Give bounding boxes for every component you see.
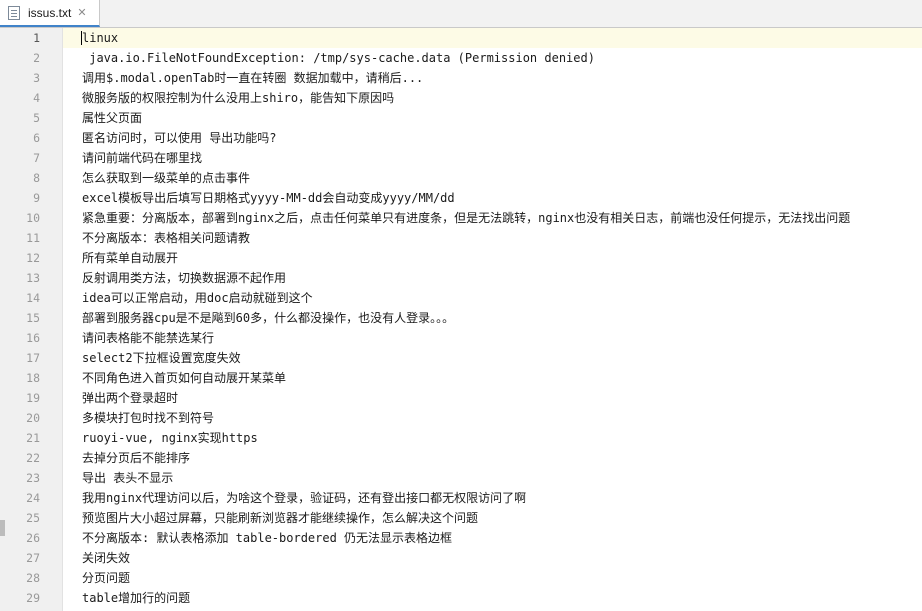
line-number: 2 — [33, 51, 40, 65]
text-line[interactable]: 匿名访问时，可以使用 导出功能吗? — [82, 128, 922, 148]
line-number: 16 — [26, 331, 40, 345]
line-number: 28 — [26, 571, 40, 585]
line-number: 25 — [26, 511, 40, 525]
editor-lines[interactable]: linux java.io.FileNotFoundException: /tm… — [82, 28, 922, 608]
line-number: 12 — [26, 251, 40, 265]
line-number: 20 — [26, 411, 40, 425]
text-line[interactable]: 不分离版本：表格相关问题请教 — [82, 228, 922, 248]
line-number: 23 — [26, 471, 40, 485]
line-number: 22 — [26, 451, 40, 465]
text-line[interactable]: java.io.FileNotFoundException: /tmp/sys-… — [82, 48, 922, 68]
text-line[interactable]: 请问前端代码在哪里找 — [82, 148, 922, 168]
line-number: 19 — [26, 391, 40, 405]
line-number: 11 — [26, 231, 40, 245]
line-number: 27 — [26, 551, 40, 565]
line-number: 29 — [26, 591, 40, 605]
line-number: 17 — [26, 351, 40, 365]
line-number: 5 — [33, 111, 40, 125]
line-number: 9 — [33, 191, 40, 205]
text-line[interactable]: excel模板导出后填写日期格式yyyy-MM-dd会自动变成yyyy/MM/d… — [82, 188, 922, 208]
text-line[interactable]: 导出 表头不显示 — [82, 468, 922, 488]
text-line[interactable]: 不分离版本: 默认表格添加 table-bordered 仍无法显示表格边框 — [82, 528, 922, 548]
tab-bar: issus.txt ✕ — [0, 0, 922, 28]
line-number: 4 — [33, 91, 40, 105]
line-number: 15 — [26, 311, 40, 325]
text-line[interactable]: 调用$.modal.openTab时一直在转圈 数据加载中，请稍后... — [82, 68, 922, 88]
line-number: 14 — [26, 291, 40, 305]
tab-title: issus.txt — [28, 5, 72, 20]
line-number: 13 — [26, 271, 40, 285]
text-line[interactable]: table增加行的问题 — [82, 588, 922, 608]
text-line[interactable]: 属性父页面 — [82, 108, 922, 128]
text-line[interactable]: 我用nginx代理访问以后，为啥这个登录，验证码，还有登出接口都无权限访问了啊 — [82, 488, 922, 508]
text-line[interactable]: 预览图片大小超过屏幕，只能刷新浏览器才能继续操作，怎么解决这个问题 — [82, 508, 922, 528]
line-number: 1 — [33, 31, 40, 45]
text-line[interactable]: 不同角色进入首页如何自动展开某菜单 — [82, 368, 922, 388]
text-line[interactable]: 去掉分页后不能排序 — [82, 448, 922, 468]
text-line[interactable]: 怎么获取到一级菜单的点击事件 — [82, 168, 922, 188]
line-number: 21 — [26, 431, 40, 445]
text-file-icon — [8, 5, 20, 20]
text-line[interactable]: 微服务版的权限控制为什么没用上shiro，能告知下原因吗 — [82, 88, 922, 108]
text-line[interactable]: 反射调用类方法，切换数据源不起作用 — [82, 268, 922, 288]
line-number: 3 — [33, 71, 40, 85]
text-line[interactable]: select2下拉框设置宽度失效 — [82, 348, 922, 368]
line-numbers: 1 2 3 4 5 6 7 8 9 10 11 12 13 14 15 16 17 18 19 20 21 22 23 24 2… — [0, 28, 62, 608]
text-line[interactable]: 部署到服务器cpu是不是飚到60多，什么都没操作，也没有人登录。。。 — [82, 308, 922, 328]
text-line[interactable]: 所有菜单自动展开 — [82, 248, 922, 268]
line-number: 7 — [33, 151, 40, 165]
text-editor-window: issus.txt ✕ 1 2 3 4 5 6 7 8 9 10 11 12 13 14 15 16 17 18 1… — [0, 0, 922, 611]
text-caret — [81, 31, 82, 45]
line-number: 18 — [26, 371, 40, 385]
text-line[interactable]: 弹出两个登录超时 — [82, 388, 922, 408]
tab-issus-txt[interactable]: issus.txt ✕ — [0, 0, 100, 27]
line-number: 6 — [33, 131, 40, 145]
line-number: 10 — [26, 211, 40, 225]
text-line[interactable]: 请问表格能不能禁选某行 — [82, 328, 922, 348]
line-number: 24 — [26, 491, 40, 505]
line-number: 8 — [33, 171, 40, 185]
close-icon[interactable]: ✕ — [77, 6, 86, 19]
text-line[interactable]: 紧急重要：分离版本，部署到nginx之后，点击任何菜单只有进度条，但是无法跳转，… — [82, 208, 922, 228]
line-number: 26 — [26, 531, 40, 545]
text-line[interactable]: 分页问题 — [82, 568, 922, 588]
text-line[interactable]: 关闭失效 — [82, 548, 922, 568]
text-line[interactable]: idea可以正常启动，用doc启动就碰到这个 — [82, 288, 922, 308]
text-line[interactable]: ruoyi-vue, nginx实现https — [82, 428, 922, 448]
text-line[interactable]: 多模块打包时找不到符号 — [82, 408, 922, 428]
text-line[interactable]: linux — [82, 28, 922, 48]
